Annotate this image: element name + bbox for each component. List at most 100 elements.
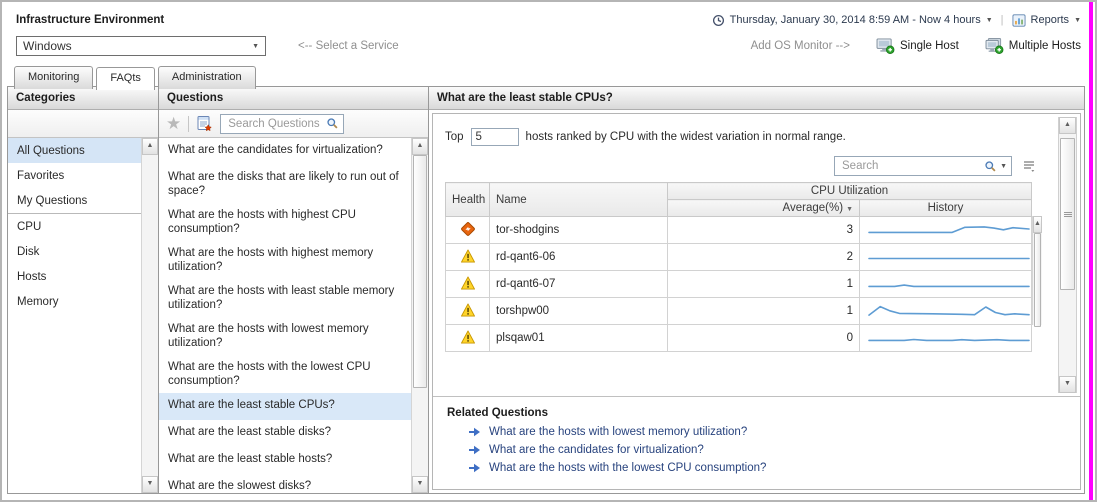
chevron-down-icon: ▼ <box>252 43 259 50</box>
select-service-hint: <-- Select a Service <box>298 40 399 52</box>
question-item[interactable]: What are the least stable disks? <box>159 420 411 447</box>
warning-status-icon <box>460 330 476 344</box>
faq-panel-scrollbar[interactable]: ▲ ▼ <box>1058 117 1077 393</box>
related-question-link[interactable]: What are the hosts with the lowest CPU c… <box>469 462 1066 474</box>
reports-icon <box>1012 14 1026 27</box>
category-item[interactable]: Hosts <box>8 264 141 289</box>
scroll-up-icon[interactable]: ▲ <box>142 138 158 155</box>
cpu-history-sparkline <box>866 246 1032 265</box>
faq-title: What are the least stable CPUs? <box>429 87 1084 110</box>
history-cell <box>860 298 1032 325</box>
toolbar-separator <box>188 116 189 132</box>
timeframe-label: Thursday, January 30, 2014 8:59 AM - Now… <box>730 14 981 26</box>
scrollbar-thumb[interactable] <box>1060 138 1075 290</box>
table-row[interactable]: tor-shodgins3 <box>446 217 1032 244</box>
col-header-name[interactable]: Name <box>490 183 668 217</box>
table-row[interactable]: torshpw001 <box>446 298 1032 325</box>
col-header-health[interactable]: Health <box>446 183 490 217</box>
host-name-cell: plsqaw01 <box>490 325 668 352</box>
tab-monitoring[interactable]: Monitoring <box>14 66 93 89</box>
top-count-input[interactable] <box>471 128 519 146</box>
category-item[interactable]: Disk <box>8 239 141 264</box>
question-item[interactable]: What are the candidates for virtualizati… <box>159 138 411 165</box>
add-os-monitor-hint: Add OS Monitor --> <box>751 40 850 52</box>
table-row[interactable]: plsqaw010 <box>446 325 1032 352</box>
search-icon[interactable] <box>984 160 997 173</box>
arrow-right-icon <box>469 463 481 473</box>
screen-edge-stripe <box>1089 2 1093 500</box>
scroll-up-icon[interactable]: ▲ <box>1033 216 1042 233</box>
category-item[interactable]: Memory <box>8 289 141 314</box>
related-questions: Related Questions What are the hosts wit… <box>433 397 1080 489</box>
table-search[interactable]: ▼ <box>834 156 1012 176</box>
related-question-link[interactable]: What are the candidates for virtualizati… <box>469 444 1066 456</box>
service-dropdown[interactable]: Windows ▼ <box>16 36 266 56</box>
table-scrollbar[interactable]: ▲ <box>1032 216 1042 325</box>
question-item[interactable]: What are the hosts with least stable mem… <box>159 279 411 317</box>
toolbar-separator: | <box>1001 14 1004 26</box>
table-search-input[interactable] <box>840 159 981 173</box>
favorite-star-icon[interactable]: ★ <box>166 116 181 132</box>
category-item[interactable]: CPU <box>8 213 141 239</box>
fatal-status-icon <box>460 221 476 237</box>
questions-scrollbar[interactable]: ▲ ▼ <box>411 138 428 493</box>
col-header-history[interactable]: History <box>860 200 1032 217</box>
scrollbar-thumb[interactable] <box>1034 233 1041 327</box>
search-icon[interactable] <box>326 117 339 130</box>
multiple-hosts-label: Multiple Hosts <box>1009 40 1081 52</box>
single-host-button[interactable]: Single Host <box>876 38 959 54</box>
question-item[interactable]: What are the hosts with lowest memory ut… <box>159 317 411 355</box>
categories-list: All QuestionsFavoritesMy QuestionsCPUDis… <box>8 138 141 493</box>
faq-table-body: tor-shodgins3rd-qant6-062rd-qant6-071tor… <box>446 217 1032 352</box>
table-row[interactable]: rd-qant6-071 <box>446 271 1032 298</box>
sort-desc-icon: ▼ <box>846 206 853 213</box>
question-item[interactable]: What are the hosts with highest CPU cons… <box>159 203 411 241</box>
warning-status-icon <box>460 276 476 290</box>
timeframe-selector[interactable]: Thursday, January 30, 2014 8:59 AM - Now… <box>712 14 993 27</box>
table-options-icon[interactable] <box>1022 159 1036 173</box>
questions-panel: Questions ★ What are the candidates for … <box>159 87 429 493</box>
question-item[interactable]: What are the disks that are likely to ru… <box>159 165 411 203</box>
average-cell: 1 <box>668 298 860 325</box>
question-item[interactable]: What are the slowest disks? <box>159 474 411 493</box>
scrollbar-thumb[interactable] <box>413 155 427 388</box>
new-question-icon[interactable] <box>196 115 213 132</box>
tab-administration[interactable]: Administration <box>158 66 256 89</box>
average-cell: 2 <box>668 244 860 271</box>
table-row[interactable]: rd-qant6-062 <box>446 244 1032 271</box>
tab-faqts[interactable]: FAQts <box>96 67 155 90</box>
scroll-down-icon[interactable]: ▼ <box>1059 376 1076 393</box>
single-host-label: Single Host <box>900 40 959 52</box>
faq-panel: What are the least stable CPUs? Top host… <box>429 87 1084 493</box>
faq-scroll-region: Top hosts ranked by CPU with the widest … <box>433 114 1080 397</box>
reports-menu[interactable]: Reports ▼ <box>1012 14 1081 27</box>
main-content: Categories All QuestionsFavoritesMy Ques… <box>7 86 1085 494</box>
question-item[interactable]: What are the hosts with the lowest CPU c… <box>159 355 411 393</box>
host-name-cell: torshpw00 <box>490 298 668 325</box>
multiple-hosts-button[interactable]: Multiple Hosts <box>985 38 1081 54</box>
scroll-up-icon[interactable]: ▲ <box>412 138 428 155</box>
category-item[interactable]: All Questions <box>8 138 141 163</box>
questions-search[interactable] <box>220 114 344 134</box>
related-question-link[interactable]: What are the hosts with lowest memory ut… <box>469 426 1066 438</box>
cpu-history-sparkline <box>866 300 1032 319</box>
cpu-history-sparkline <box>866 219 1032 238</box>
categories-scrollbar[interactable]: ▲ ▼ <box>141 138 158 493</box>
scroll-down-icon[interactable]: ▼ <box>142 476 158 493</box>
question-item[interactable]: What are the least stable hosts? <box>159 447 411 474</box>
question-item[interactable]: What are the least stable CPUs? <box>159 393 411 420</box>
category-item[interactable]: Favorites <box>8 163 141 188</box>
related-questions-heading: Related Questions <box>447 407 1066 419</box>
app-window: Infrastructure Environment Thursday, Jan… <box>0 0 1097 502</box>
scroll-down-icon[interactable]: ▼ <box>412 476 428 493</box>
chevron-down-icon[interactable]: ▼ <box>1000 163 1007 170</box>
top-description: hosts ranked by CPU with the widest vari… <box>526 131 846 143</box>
questions-search-input[interactable] <box>226 117 323 131</box>
col-header-cpu-utilization: CPU Utilization <box>668 183 1032 200</box>
history-cell <box>860 271 1032 298</box>
col-header-average[interactable]: Average(%)▼ <box>668 200 860 217</box>
question-item[interactable]: What are the hosts with highest memory u… <box>159 241 411 279</box>
scroll-up-icon[interactable]: ▲ <box>1059 117 1076 134</box>
category-item[interactable]: My Questions <box>8 188 141 213</box>
chevron-down-icon: ▼ <box>986 17 993 24</box>
